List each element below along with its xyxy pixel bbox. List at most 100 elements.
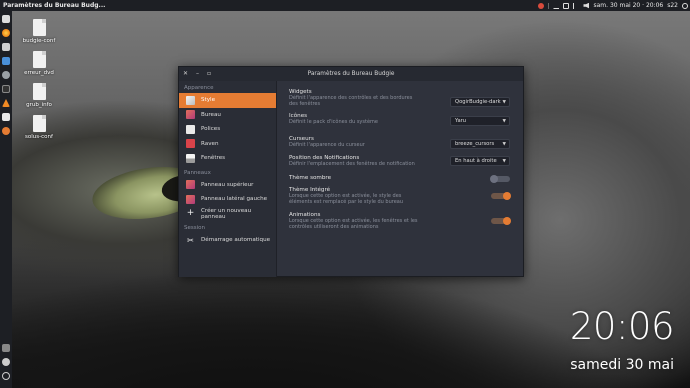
chevron-down-icon: ▼ bbox=[502, 118, 506, 124]
sidebar-item-label: Raven bbox=[201, 140, 219, 147]
system-tray: sam. 30 mai 20 · 20:06 s22 bbox=[538, 2, 688, 9]
sidebar-item-panneau-lateral-gauche[interactable]: Panneau latéral gauche bbox=[179, 192, 276, 207]
toggle-knob bbox=[490, 175, 498, 183]
sidebar-item-label: Démarrage automatique bbox=[201, 237, 271, 244]
widgets-theme-select[interactable]: QogirBudgie-dark ▼ bbox=[450, 97, 510, 107]
text-file-icon bbox=[32, 51, 46, 68]
text-file-icon bbox=[32, 83, 46, 100]
tray-separator bbox=[548, 2, 550, 9]
files-icon[interactable] bbox=[2, 43, 10, 51]
network-icon[interactable] bbox=[563, 2, 570, 9]
notification-position-select[interactable]: En haut à droite ▼ bbox=[450, 156, 510, 166]
setting-animations: Animations Lorsque cette option est acti… bbox=[289, 212, 514, 236]
setting-description: Définit l'apparence des contrôles et des… bbox=[289, 95, 413, 108]
settings-icon[interactable] bbox=[2, 71, 10, 79]
toggle-knob bbox=[503, 192, 511, 200]
budgie-settings-window: ✕ – ▫ Paramètres du Bureau Budgie Appare… bbox=[178, 66, 524, 277]
text-file-icon bbox=[32, 19, 46, 36]
section-header-apparence: Apparence bbox=[184, 85, 214, 91]
desktop-file-grub-info[interactable]: grub_info bbox=[19, 83, 59, 108]
animations-toggle[interactable] bbox=[491, 217, 511, 225]
ubuntu-icon[interactable] bbox=[2, 358, 10, 366]
sidebar-item-demarrage-automatique[interactable]: ✂ Démarrage automatique bbox=[179, 233, 276, 248]
volume-icon[interactable] bbox=[583, 2, 590, 9]
sidebar-item-panneau-superieur[interactable]: Panneau supérieur bbox=[179, 178, 276, 193]
panel-icon bbox=[186, 194, 195, 204]
app-grid-icon[interactable] bbox=[2, 15, 10, 23]
text-editor-icon[interactable] bbox=[2, 113, 10, 121]
clock-label[interactable]: sam. 30 mai 20 · 20:06 bbox=[593, 2, 663, 9]
bluetooth-icon[interactable] bbox=[573, 2, 579, 9]
setting-notifications-position: Position des Notifications Définir l'emp… bbox=[289, 155, 514, 175]
setting-description: Lorsque cette option est activée, le sty… bbox=[289, 193, 404, 206]
desktop-file-solus-conf[interactable]: solus-conf bbox=[19, 115, 59, 140]
icon-theme-select[interactable]: Yaru ▼ bbox=[450, 116, 510, 126]
sidebar-item-label: Style bbox=[201, 97, 216, 104]
active-window-title[interactable]: Paramètres du Bureau Budg... bbox=[3, 2, 105, 9]
session-label[interactable]: s22 bbox=[667, 2, 678, 9]
desktop-file-label: solus-conf bbox=[25, 134, 53, 140]
dark-theme-toggle[interactable] bbox=[490, 175, 510, 183]
left-dock bbox=[0, 11, 12, 388]
power-icon[interactable] bbox=[682, 2, 688, 9]
sidebar-item-style[interactable]: Style bbox=[179, 93, 276, 108]
desktop-file-erreur-dvd[interactable]: erreur_dvd bbox=[19, 51, 59, 76]
sidebar-item-polices[interactable]: Polices bbox=[179, 122, 276, 137]
setting-theme-integre: Thème Intégré Lorsque cette option est a… bbox=[289, 187, 514, 212]
sidebar-item-label: Panneau supérieur bbox=[201, 181, 254, 188]
sidebar-item-nouveau-panneau[interactable]: + Créer un nouveau panneau bbox=[179, 207, 276, 222]
tray-app-icon[interactable] bbox=[538, 2, 545, 9]
firefox-icon[interactable] bbox=[2, 29, 10, 37]
terminal-icon[interactable] bbox=[2, 85, 10, 93]
power-off-icon[interactable] bbox=[2, 372, 10, 380]
select-value: breeze_cursors bbox=[455, 141, 495, 147]
builtin-theme-toggle[interactable] bbox=[491, 192, 511, 200]
setting-curseurs: Curseurs Définit l'apparence du curseur … bbox=[289, 136, 514, 155]
toggle-knob bbox=[503, 217, 511, 225]
style-icon bbox=[186, 95, 195, 105]
sidebar-item-bureau[interactable]: Bureau bbox=[179, 108, 276, 123]
tools-icon: ✂ bbox=[187, 235, 194, 245]
close-icon[interactable]: ✕ bbox=[183, 70, 188, 77]
cursor-theme-select[interactable]: breeze_cursors ▼ bbox=[450, 139, 510, 149]
minimize-icon[interactable]: – bbox=[196, 70, 199, 77]
windows-icon bbox=[186, 153, 195, 163]
setting-widgets: Widgets Définit l'apparence des contrôle… bbox=[289, 89, 514, 113]
window-titlebar[interactable]: ✕ – ▫ Paramètres du Bureau Budgie bbox=[179, 67, 523, 81]
setting-description: Lorsque cette option est activée, les fe… bbox=[289, 218, 418, 231]
select-value: En haut à droite bbox=[455, 158, 497, 164]
maximize-icon[interactable]: ▫ bbox=[207, 70, 211, 77]
sidebar-item-label: Fenêtres bbox=[201, 155, 226, 162]
sidebar-item-label: Créer un nouveau panneau bbox=[201, 207, 252, 220]
top-panel: Paramètres du Bureau Budg... sam. 30 mai… bbox=[0, 0, 690, 11]
raven-icon bbox=[186, 139, 195, 149]
select-value: Yaru bbox=[455, 118, 467, 124]
desktop-clock-date: samedi 30 mai bbox=[570, 357, 674, 373]
chevron-down-icon: ▼ bbox=[502, 141, 506, 147]
select-value: QogirBudgie-dark bbox=[455, 99, 501, 105]
chevron-down-icon: ▼ bbox=[502, 99, 506, 105]
sidebar-item-label: Bureau bbox=[201, 111, 221, 118]
download-icon[interactable] bbox=[553, 3, 560, 9]
settings-sidebar: Apparence Style Bureau Polices Raven Fen… bbox=[179, 81, 277, 277]
panel-icon bbox=[186, 180, 195, 190]
budgie-settings-icon[interactable] bbox=[2, 127, 10, 135]
window-title: Paramètres du Bureau Budgie bbox=[307, 71, 395, 77]
sidebar-item-fenetres[interactable]: Fenêtres bbox=[179, 151, 276, 166]
section-header-panneaux: Panneaux bbox=[184, 169, 211, 176]
setting-theme-sombre: Thème sombre bbox=[289, 175, 514, 187]
setting-icones: Icônes Définit le pack d'icônes du systè… bbox=[289, 113, 514, 136]
vlc-icon[interactable] bbox=[2, 99, 10, 107]
show-desktop-icon[interactable] bbox=[2, 344, 10, 352]
calendar-icon[interactable] bbox=[2, 57, 10, 65]
text-file-icon bbox=[32, 115, 46, 132]
chevron-down-icon: ▼ bbox=[502, 158, 506, 164]
style-settings-panel: Widgets Définit l'apparence des contrôle… bbox=[289, 89, 514, 236]
fonts-icon bbox=[186, 124, 195, 134]
sidebar-item-label: Polices bbox=[201, 126, 221, 133]
desktop-file-budgie-conf[interactable]: budgie-conf bbox=[19, 19, 59, 44]
sidebar-item-label: Panneau latéral gauche bbox=[201, 196, 268, 203]
plus-icon: + bbox=[186, 208, 195, 219]
sidebar-item-raven[interactable]: Raven bbox=[179, 137, 276, 152]
desktop-clock-time: 20:06 bbox=[569, 305, 675, 348]
